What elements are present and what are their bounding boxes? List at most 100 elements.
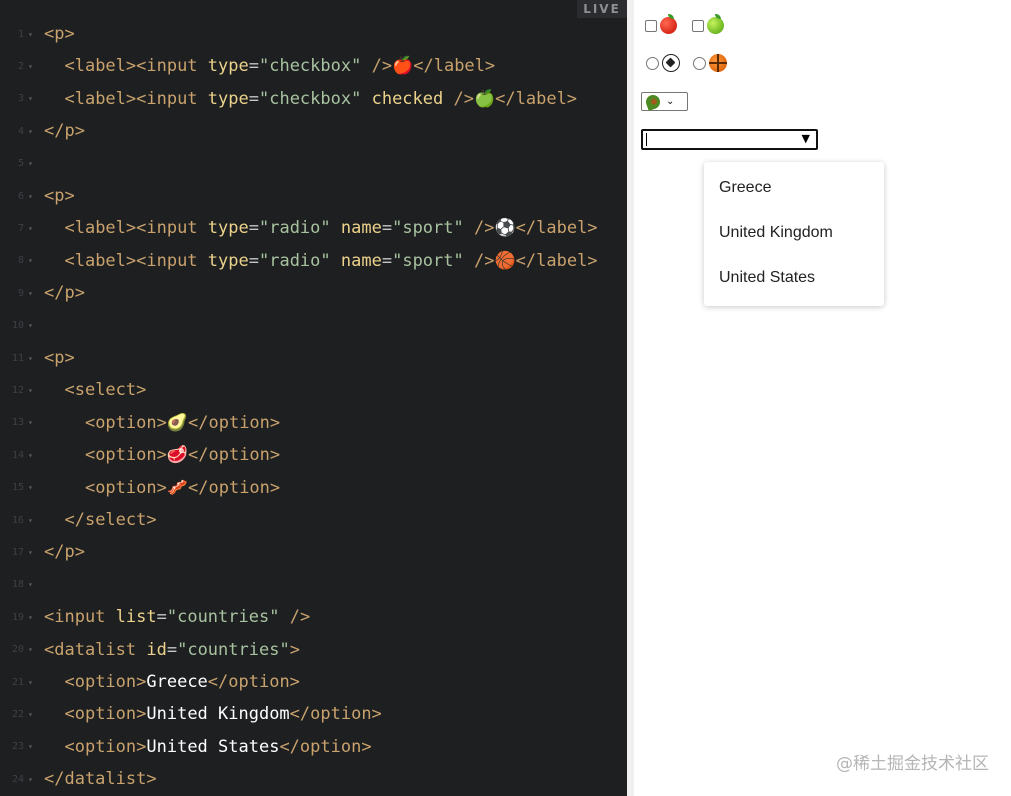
checkbox[interactable] bbox=[645, 19, 657, 32]
fold-icon[interactable]: ▾ bbox=[28, 94, 33, 103]
code-token: name bbox=[340, 250, 382, 271]
code-line[interactable]: 3 ▾ <label><input type="checkbox" checked… bbox=[0, 83, 627, 115]
code-token: 🥩 bbox=[166, 445, 189, 466]
datalist-option[interactable]: United Kingdom bbox=[719, 210, 833, 255]
fold-icon[interactable]: ▾ bbox=[28, 613, 33, 622]
line-gutter: 10 ▾ bbox=[0, 310, 34, 342]
fold-icon[interactable]: ▾ bbox=[28, 192, 33, 201]
line-number: 20 bbox=[11, 644, 24, 656]
fold-icon[interactable]: ▾ bbox=[28, 321, 33, 330]
code-line[interactable]: 17 ▾ </p> bbox=[0, 536, 627, 568]
code-line[interactable]: 10 ▾ bbox=[0, 310, 627, 342]
code-line[interactable]: 22 ▾ <option>United Kingdom</option> bbox=[0, 698, 627, 730]
code-token: list bbox=[115, 607, 157, 628]
code-line[interactable]: 13 ▾ <option>🥑</option> bbox=[0, 407, 627, 439]
code-line[interactable]: 5 ▾ bbox=[0, 148, 627, 180]
radio-basketball[interactable] bbox=[693, 54, 727, 72]
food-select[interactable]: ⌄ bbox=[641, 92, 688, 111]
code-token: /> bbox=[453, 88, 474, 109]
dropdown-arrow-icon[interactable]: ▼ bbox=[802, 132, 810, 145]
line-gutter: 2 ▾ bbox=[0, 50, 34, 82]
code-line[interactable]: 7 ▾ <label><input type="radio" name="spor… bbox=[0, 212, 627, 244]
code-line[interactable]: 18 ▾ bbox=[0, 569, 627, 601]
code-line[interactable]: 8 ▾ <label><input type="radio" name="spor… bbox=[0, 245, 627, 277]
code-line[interactable]: 19 ▾ <input list="countries" /> bbox=[0, 601, 627, 633]
code-token: <label><input bbox=[64, 56, 208, 77]
checkbox-red-apple[interactable] bbox=[645, 14, 677, 34]
fold-icon[interactable]: ▾ bbox=[28, 548, 33, 557]
fold-icon[interactable]: ▾ bbox=[28, 483, 33, 492]
code-line[interactable]: 21 ▾ <option>Greece</option> bbox=[0, 666, 627, 698]
fold-icon[interactable]: ▾ bbox=[28, 580, 33, 589]
code-text: <datalist id="countries"> bbox=[44, 640, 300, 660]
code-line[interactable]: 12 ▾ <select> bbox=[0, 374, 627, 406]
code-line[interactable]: 15 ▾ <option>🥓</option> bbox=[0, 472, 627, 504]
code-token: </p> bbox=[44, 121, 85, 142]
line-number: 3 bbox=[17, 93, 24, 105]
code-token: 🥓 bbox=[166, 477, 189, 498]
fold-icon[interactable]: ▾ bbox=[28, 742, 33, 751]
radio-button[interactable] bbox=[646, 56, 659, 70]
code-line[interactable]: 16 ▾ </select> bbox=[0, 504, 627, 536]
datalist-option[interactable]: Greece bbox=[719, 165, 771, 210]
checkbox[interactable] bbox=[692, 19, 704, 32]
fold-icon[interactable]: ▾ bbox=[28, 62, 33, 71]
fold-icon[interactable]: ▾ bbox=[28, 159, 33, 168]
fold-icon[interactable]: ▾ bbox=[28, 354, 33, 363]
fold-icon[interactable]: ▾ bbox=[28, 516, 33, 525]
code-token: </p> bbox=[44, 283, 85, 304]
code-text: <p> bbox=[44, 186, 75, 206]
code-token: <input bbox=[44, 607, 116, 628]
fold-icon[interactable]: ▾ bbox=[28, 224, 33, 233]
code-line[interactable]: 4 ▾ </p> bbox=[0, 115, 627, 147]
code-text: <label><input type="checkbox" checked />… bbox=[44, 89, 577, 109]
fold-icon[interactable]: ▾ bbox=[28, 386, 33, 395]
code-line[interactable]: 6 ▾ <p> bbox=[0, 180, 627, 212]
code-line[interactable]: 20 ▾ <datalist id="countries"> bbox=[0, 634, 627, 666]
code-line[interactable]: 23 ▾ <option>United States</option> bbox=[0, 731, 627, 763]
code-text: <option>🥑</option> bbox=[44, 413, 280, 433]
fold-icon[interactable]: ▾ bbox=[28, 256, 33, 265]
text-caret bbox=[646, 133, 647, 146]
code-token: "sport" bbox=[392, 218, 464, 239]
code-text: <p> bbox=[44, 348, 75, 368]
code-token: <option> bbox=[84, 445, 167, 466]
fold-icon[interactable]: ▾ bbox=[28, 775, 33, 784]
line-number: 1 bbox=[17, 28, 24, 40]
radio-soccer[interactable] bbox=[646, 54, 680, 72]
code-token: = bbox=[156, 607, 167, 628]
code-token: </option> bbox=[289, 704, 382, 725]
pane-splitter[interactable] bbox=[627, 0, 634, 796]
fold-icon[interactable]: ▾ bbox=[28, 678, 33, 687]
fold-icon[interactable]: ▾ bbox=[28, 30, 33, 39]
line-gutter: 15 ▾ bbox=[0, 472, 34, 504]
country-input[interactable]: ▼ bbox=[641, 129, 818, 150]
line-gutter: 9 ▾ bbox=[0, 277, 34, 309]
line-number: 9 bbox=[17, 287, 24, 299]
code-text: <input list="countries" /> bbox=[44, 607, 310, 627]
code-line[interactable]: 9 ▾ </p> bbox=[0, 277, 627, 309]
code-text: </datalist> bbox=[44, 769, 157, 789]
fold-icon[interactable]: ▾ bbox=[28, 289, 33, 298]
fold-icon[interactable]: ▾ bbox=[28, 418, 33, 427]
code-line[interactable]: 14 ▾ <option>🥩</option> bbox=[0, 439, 627, 471]
fold-icon[interactable]: ▾ bbox=[28, 127, 33, 136]
radio-button[interactable] bbox=[693, 56, 706, 70]
datalist-option[interactable]: United States bbox=[719, 255, 815, 300]
code-editor[interactable]: LIVE 1 ▾ <p> 2 ▾ <label><input type="checkbo… bbox=[0, 0, 627, 796]
checkbox-green-apple[interactable] bbox=[692, 14, 724, 34]
code-line[interactable]: 11 ▾ <p> bbox=[0, 342, 627, 374]
code-line[interactable]: 24 ▾ </datalist> bbox=[0, 763, 627, 795]
code-token: "radio" bbox=[258, 250, 331, 271]
fold-icon[interactable]: ▾ bbox=[28, 710, 33, 719]
code-line[interactable]: 2 ▾ <label><input type="checkbox" />🍎</la… bbox=[0, 50, 627, 82]
fold-icon[interactable]: ▾ bbox=[28, 451, 33, 460]
fold-icon[interactable]: ▾ bbox=[28, 645, 33, 654]
code-line[interactable]: 1 ▾ <p> bbox=[0, 18, 627, 50]
soccer-ball-icon bbox=[662, 54, 680, 72]
code-text: <p> bbox=[44, 24, 75, 44]
